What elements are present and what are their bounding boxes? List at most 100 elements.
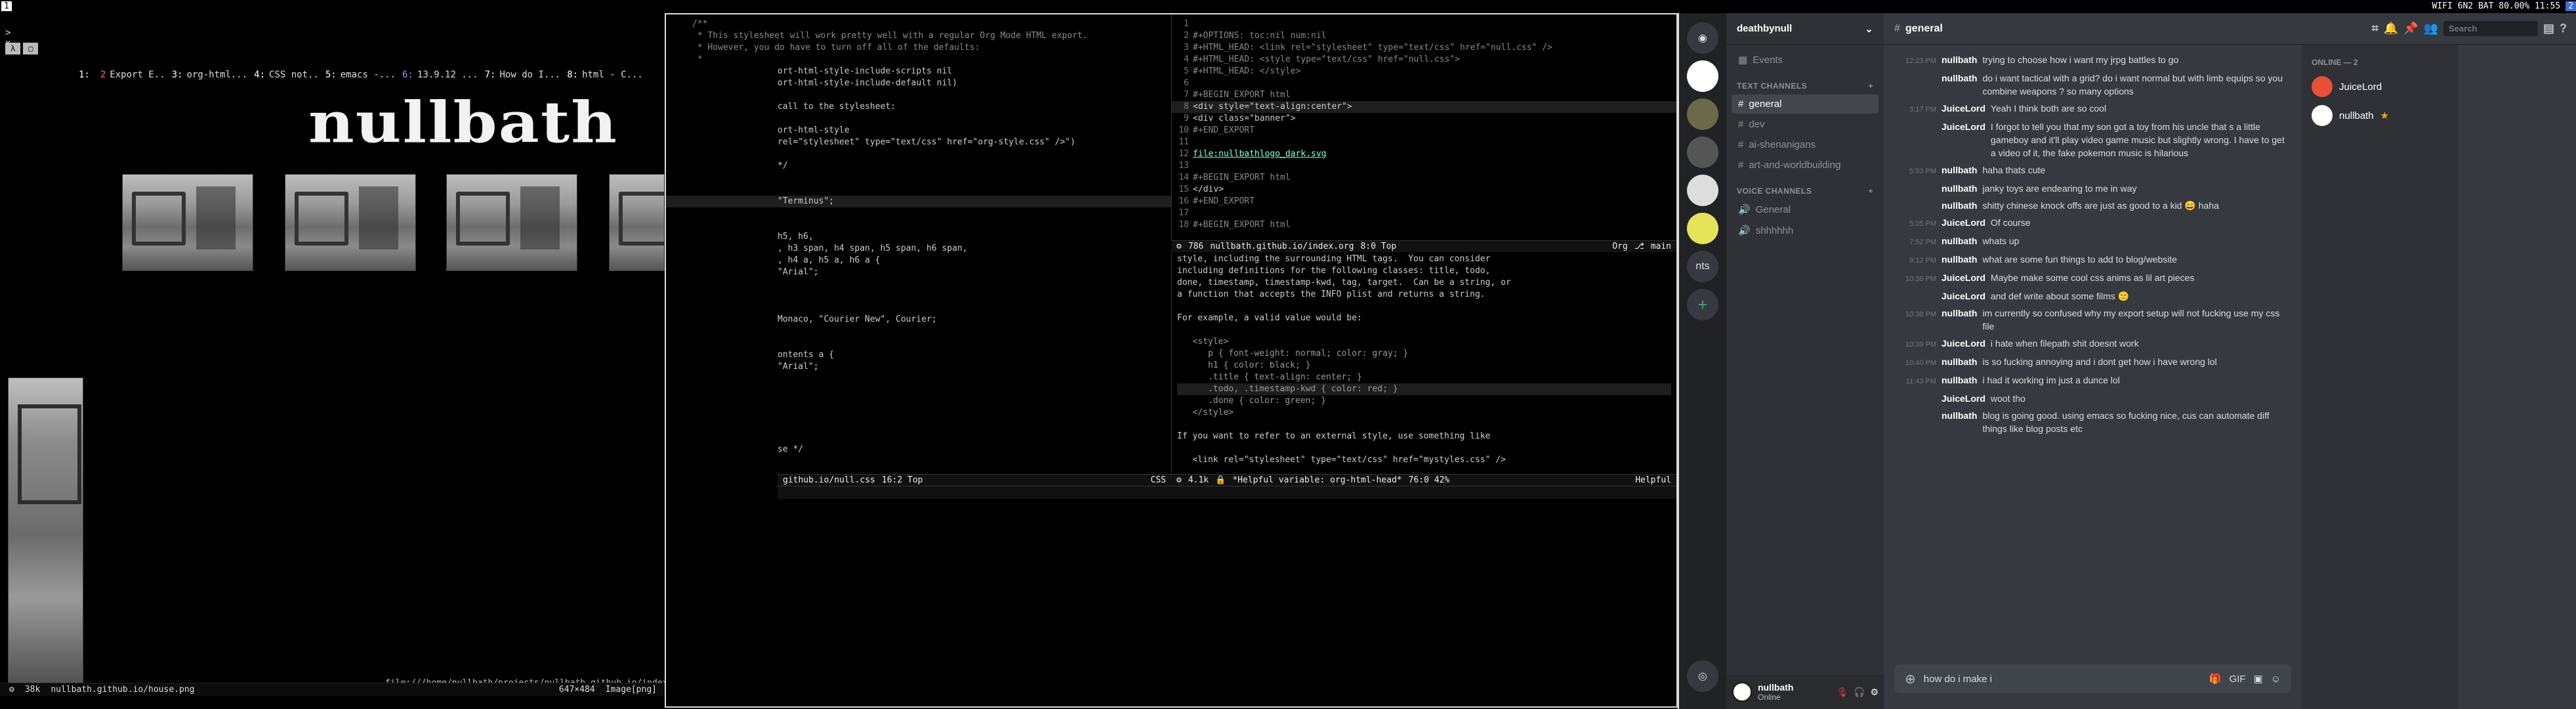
message-author[interactable]: JuiceLord [1942,337,1985,351]
chat-message[interactable]: 10:39 PM JuiceLord i hate when filepath sh… [1884,335,2301,353]
message-author[interactable]: JuiceLord [1942,216,1985,230]
house-photo[interactable] [609,174,665,271]
mute-mic-icon[interactable]: 🎙 [1837,687,1848,698]
message-author[interactable]: nullbath [1942,374,1977,388]
help-line: .done { color: green; } [1177,396,1326,406]
settings-gear-icon[interactable]: ⚙ [1870,687,1879,698]
chat-message[interactable]: nullbath janky toys are endearing to me i… [1884,180,2301,197]
chat-message[interactable]: 9:12 PM nullbath what are some fun things … [1884,251,2301,269]
browser-tab[interactable]: 7: How do I... [485,67,561,83]
threads-icon[interactable]: ⌗ [2372,22,2379,35]
gift-icon[interactable]: 🎁 [2209,673,2222,685]
chat-message[interactable]: JuiceLord and def write about some films … [1884,288,2301,305]
members-icon[interactable]: 👥 [2424,22,2438,35]
server-header[interactable]: deathbynull ⌄ [1726,13,1884,45]
css-buffer[interactable]: /** * This stylesheet will work pretty w… [666,14,1171,474]
pin-icon[interactable]: 📌 [2403,22,2418,35]
square-button[interactable]: ▢ [23,43,39,54]
chat-message[interactable]: nullbath blog is going good. using emacs … [1884,407,2301,437]
server-icon-deathbynull[interactable] [1687,60,1718,92]
house-photo[interactable] [285,174,416,271]
message-author[interactable]: nullbath [1942,163,1977,178]
minibuffer-line[interactable] [778,486,1676,499]
message-author[interactable]: nullbath [1942,234,1977,249]
browser-tab[interactable]: 2 Export E.. [100,67,165,83]
explore-icon[interactable]: ◎ [1687,660,1718,692]
message-input[interactable]: how do i make i [1924,674,1992,685]
channel-general[interactable]: # general [1732,95,1879,114]
emoji-icon[interactable]: ☺ [2271,674,2281,685]
chat-message[interactable]: 5:05 PM JuiceLord Of course [1884,214,2301,232]
workspace-indicator-2[interactable]: 2 [2566,1,2576,11]
browser-tab[interactable]: 6: 13.9.12 ... [402,67,478,83]
lambda-button[interactable]: λ [5,43,21,54]
house-photo[interactable] [122,174,253,271]
gif-icon[interactable]: GIF [2229,674,2245,685]
browser-tab[interactable]: 8: html - C... [567,67,643,83]
add-channel-icon[interactable]: + [1868,81,1873,91]
server-icon-text[interactable]: nts [1687,251,1718,282]
helpful-buffer[interactable]: style, including the surrounding HTML ta… [1171,252,1676,474]
browser-tab[interactable]: 1: [79,67,94,83]
org-buffer[interactable]: 1 2 #+OPTIONS: toc:nil num:nil 3 #+HTML_HEAD… [1171,14,1676,240]
add-channel-icon[interactable]: + [1868,186,1873,196]
chat-message[interactable]: 5:53 PM nullbath haha thats cute [1884,161,2301,180]
chat-message[interactable]: 10:38 PM nullbath im currently so confused… [1884,305,2301,335]
server-icon[interactable] [1687,213,1718,244]
voice-channel-general[interactable]: 🔊 General [1732,200,1879,219]
voice-channel-shhhhhh[interactable]: 🔊 shhhhhh [1732,221,1879,240]
avatar[interactable] [1732,681,1753,702]
message-composer[interactable]: ⊕ how do i make i 🎁 GIF ▣ ☺ [1894,664,2291,693]
chat-message[interactable]: 10:36 PM JuiceLord Maybe make some cool cs… [1884,269,2301,288]
browser-tab[interactable]: 4: CSS not.. [254,67,319,83]
server-icon[interactable] [1687,175,1718,206]
sticker-icon[interactable]: ▣ [2253,673,2262,685]
message-author[interactable]: JuiceLord [1942,392,1985,405]
chevron-down-icon: ⌄ [1865,23,1873,35]
message-author[interactable]: nullbath [1942,409,1977,435]
message-author[interactable]: nullbath [1942,253,1977,267]
chat-message[interactable]: nullbath shitty chinese knock offs are ju… [1884,197,2301,214]
chat-message[interactable]: JuiceLord I forgot to tell you that my so… [1884,118,2301,161]
message-author[interactable]: JuiceLord [1942,120,1985,160]
line-text: #+HTML_HEAD: <link rel="stylesheet" type… [1193,43,1552,53]
chat-message[interactable]: 11:43 PM nullbath i had it working im just… [1884,372,2301,390]
message-author[interactable]: JuiceLord [1942,271,1985,286]
chat-message[interactable]: JuiceLord woot tho [1884,390,2301,407]
message-author[interactable]: nullbath [1942,199,1977,212]
headphones-icon[interactable]: 🎧 [1854,687,1865,698]
server-icon[interactable] [1687,98,1718,130]
browser-tab[interactable]: 3: org-html... [172,67,248,83]
member-item[interactable]: JuiceLord [2301,72,2459,101]
member-item[interactable]: nullbath ★ [2301,101,2459,130]
search-input[interactable]: Search [2443,21,2538,36]
chat-message[interactable]: 12:23 PM nullbath trying to choose how i w… [1884,51,2301,70]
chat-message[interactable]: nullbath do i want tactical with a grid? … [1884,70,2301,100]
message-author[interactable]: nullbath [1942,72,1977,98]
channel-ai-shenanigans[interactable]: # ai-shenanigans [1732,135,1879,154]
message-author[interactable]: JuiceLord [1942,290,1985,303]
inbox-icon[interactable]: ▤ [2543,22,2554,35]
bell-icon[interactable]: 🔔 [2384,22,2398,35]
text-channels-category[interactable]: TEXT CHANNELS + [1737,81,1873,91]
message-author[interactable]: nullbath [1942,307,1977,333]
message-author[interactable]: nullbath [1942,355,1977,370]
house-photo[interactable] [446,174,577,271]
help-icon[interactable]: ? [2560,22,2567,35]
channel-art-and-worldbuilding[interactable]: # art-and-worldbuilding [1732,156,1879,175]
server-icon[interactable] [1687,137,1718,168]
events-item[interactable]: ▦ Events [1732,50,1879,70]
workspace-indicator[interactable]: 1 [1,1,12,11]
chat-message[interactable]: 7:52 PM nullbath whats up [1884,232,2301,251]
browser-tab[interactable]: 5: emacs -... [325,67,396,83]
add-attachment-icon[interactable]: ⊕ [1905,671,1916,687]
chat-message[interactable]: 3:17 PM JuiceLord Yeah I think both are so… [1884,100,2301,118]
message-author[interactable]: nullbath [1942,53,1977,68]
message-author[interactable]: nullbath [1942,182,1977,195]
channel-dev[interactable]: # dev [1732,115,1879,134]
add-server-icon[interactable]: + [1687,289,1718,320]
chat-message[interactable]: 10:40 PM nullbath is so fucking annoying a… [1884,353,2301,372]
voice-channels-category[interactable]: VOICE CHANNELS + [1737,186,1873,196]
message-author[interactable]: JuiceLord [1942,102,1985,116]
discord-home-icon[interactable]: ◉ [1687,22,1718,54]
